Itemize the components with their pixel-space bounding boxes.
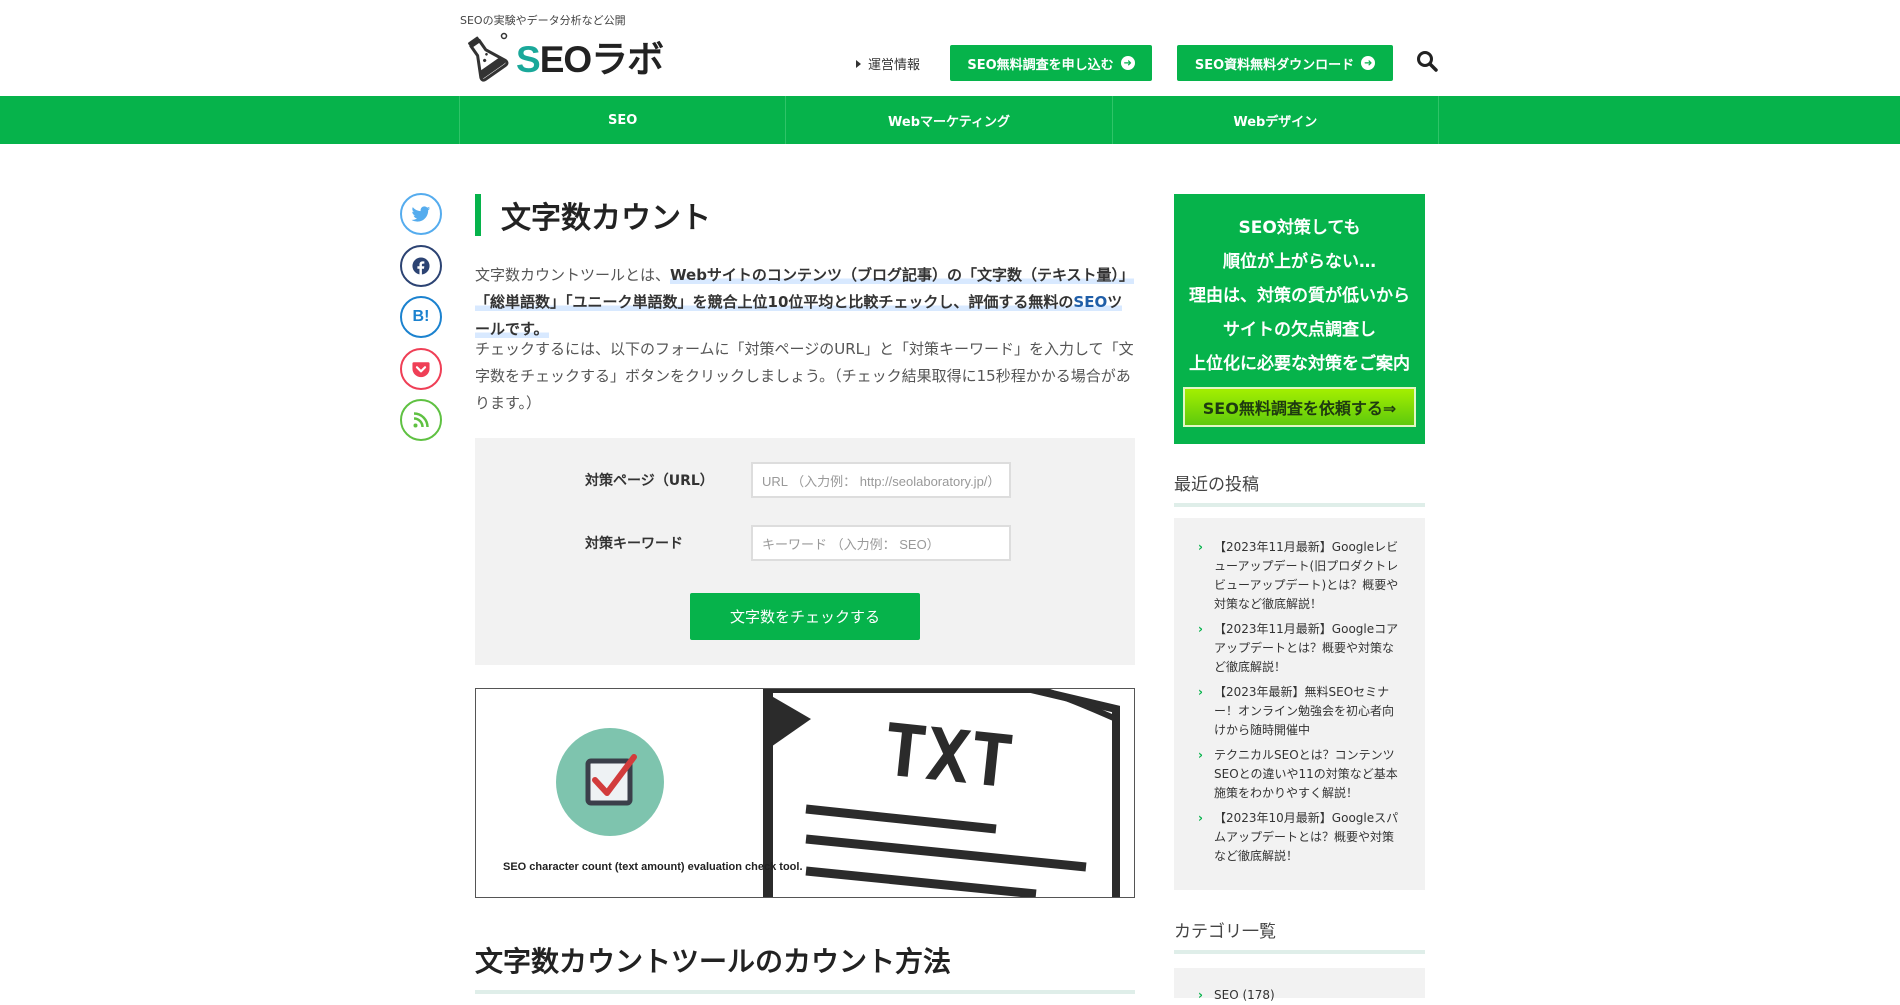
- site-header: SEOの実験やデータ分析など公開 SEOラボ 運営情報 SEO無料調査を申し込む…: [0, 0, 1900, 96]
- share-twitter-button[interactable]: [400, 193, 442, 235]
- ad-line: 順位が上がらない…: [1223, 252, 1376, 272]
- chevron-right-icon: ›: [1198, 988, 1203, 1002]
- list-item[interactable]: › 【2023年10月最新】Googleスパムアップデートとは？概要や対策など徹底…: [1174, 809, 1425, 866]
- sidebar-ad-banner[interactable]: SEO対策しても 順位が上がらない… 理由は、対策の質が低いから サイトの欠点調…: [1174, 194, 1425, 444]
- check-button[interactable]: 文字数をチェックする: [690, 593, 920, 640]
- search-icon[interactable]: [1416, 50, 1438, 72]
- arrow-circle-right-icon: ➜: [1361, 56, 1376, 70]
- share-hatena-button[interactable]: B!: [400, 296, 442, 338]
- chevron-right-icon: ›: [1198, 685, 1203, 699]
- ad-line: SEO対策しても: [1238, 218, 1361, 238]
- ad-line: 上位化に必要な対策をご案内: [1189, 354, 1410, 374]
- about-link[interactable]: 運営情報: [856, 54, 920, 73]
- chevron-right-icon: ›: [1198, 811, 1203, 825]
- global-nav: SEO Webマーケティング Webデザイン: [0, 96, 1900, 144]
- nav-item-web-marketing[interactable]: Webマーケティング: [786, 96, 1113, 144]
- free-survey-button[interactable]: SEO無料調査を申し込む ➜: [950, 45, 1152, 81]
- keyword-input[interactable]: キーワード （入力例： SEO）: [751, 525, 1011, 561]
- list-item[interactable]: › SEO (178): [1174, 986, 1425, 1005]
- chevron-right-icon: ›: [1198, 540, 1203, 554]
- triangle-right-icon: [856, 59, 861, 68]
- arrow-circle-right-icon: ➜: [1120, 56, 1135, 70]
- url-label: 対策ページ（URL）: [585, 473, 714, 489]
- url-input[interactable]: URL （入力例： http://seolaboratory.jp/）: [751, 462, 1011, 498]
- free-survey-label: SEO無料調査を申し込む: [967, 57, 1114, 73]
- nav-item-seo[interactable]: SEO: [460, 96, 787, 144]
- about-link-label: 運営情報: [868, 58, 921, 73]
- banner-caption: SEO character count (text amount) evalua…: [503, 861, 803, 873]
- hatena-bookmark-icon: B!: [412, 308, 430, 325]
- ad-line: 理由は、対策の質が低いから: [1189, 286, 1410, 306]
- logo-text: SEOラボ: [516, 39, 664, 80]
- check-form: 対策ページ（URL） URL （入力例： http://seolaborator…: [475, 438, 1135, 665]
- nav-item-web-design[interactable]: Webデザイン: [1113, 96, 1439, 144]
- pocket-icon: [412, 361, 430, 377]
- category-list: › SEO (178): [1174, 968, 1425, 1002]
- site-logo[interactable]: SEOラボ: [458, 30, 664, 82]
- banner-txt-text: TXT: [879, 707, 1017, 804]
- keyword-label: 対策キーワード: [585, 536, 683, 552]
- section-heading: 文字数カウントツールのカウント方法: [475, 940, 1135, 994]
- list-item[interactable]: › テクニカルSEOとは？コンテンツSEOとの違いや11の対策など基本施策をわかり…: [1174, 746, 1425, 803]
- share-rss-button[interactable]: [400, 399, 442, 441]
- list-item[interactable]: › 【2023年11月最新】Googleレビューアップデート(旧プロダクトレビュー…: [1174, 538, 1425, 614]
- share-pocket-button[interactable]: [400, 348, 442, 390]
- intro-paragraph: 文字数カウントツールとは、Webサイトのコンテンツ（ブログ記事）の「文字数（テキ…: [475, 266, 1134, 338]
- flask-logo-icon: [468, 32, 509, 82]
- ad-request-button[interactable]: SEO無料調査を依頼する⇒: [1183, 387, 1416, 427]
- download-label: SEO資料無料ダウンロード: [1194, 57, 1355, 73]
- share-facebook-button[interactable]: [400, 245, 442, 287]
- tool-banner-image: TXT SEO character count (text amount) ev…: [475, 688, 1135, 898]
- page-title: 文字数カウント: [475, 194, 711, 236]
- download-button[interactable]: SEO資料無料ダウンロード ➜: [1177, 45, 1393, 81]
- howto-paragraph: チェックするには、以下のフォームに「対策ページのURL」と「対策キーワード」を入…: [475, 340, 1134, 412]
- chevron-right-icon: ›: [1198, 748, 1203, 762]
- chevron-right-icon: ›: [1198, 622, 1203, 636]
- ad-line: サイトの欠点調査し: [1223, 320, 1376, 340]
- facebook-icon: [412, 257, 430, 275]
- list-item[interactable]: › 【2023年11月最新】Googleコアアップデートとは？概要や対策など徹底解…: [1174, 620, 1425, 677]
- rss-icon: [413, 412, 429, 428]
- recent-posts-list: › 【2023年11月最新】Googleレビューアップデート(旧プロダクトレビュー…: [1174, 518, 1425, 890]
- twitter-icon: [411, 205, 431, 222]
- site-tagline: SEOの実験やデータ分析など公開: [460, 14, 626, 27]
- category-heading: カテゴリ一覧: [1174, 917, 1425, 954]
- list-item[interactable]: › 【2023年最新】無料SEOセミナー！オンライン勉強会を初心者向けから随時開催…: [1174, 683, 1425, 740]
- recent-posts-heading: 最近の投稿: [1174, 470, 1425, 507]
